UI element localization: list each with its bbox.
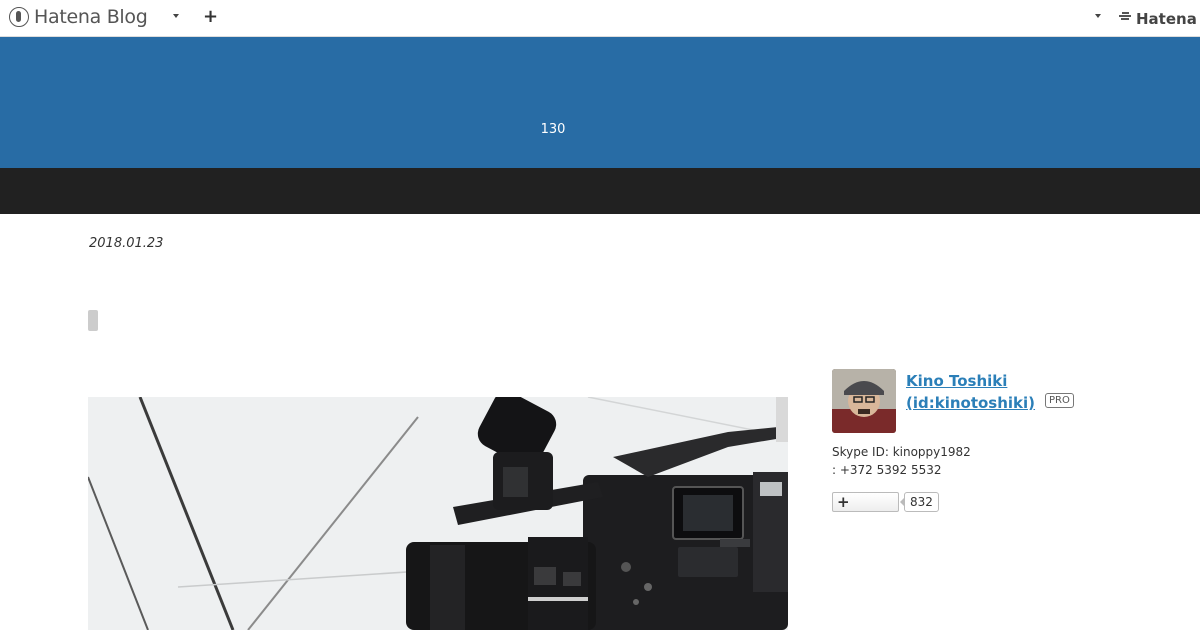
subscribe-button[interactable]: +	[832, 492, 899, 512]
article-date[interactable]: 2018.01.23	[89, 236, 163, 251]
global-nav	[0, 168, 1200, 214]
subscriber-count: 832	[900, 492, 939, 512]
global-header: Hatena Blog + Hatena	[0, 0, 1200, 37]
hatena-logo-icon[interactable]	[1119, 12, 1135, 22]
pro-badge: PRO	[1045, 393, 1074, 408]
category-tag[interactable]	[88, 310, 98, 331]
blog-header: 130	[0, 37, 1200, 168]
caret-down-icon[interactable]	[173, 14, 179, 18]
brand-name: Hatena Blog	[34, 6, 148, 28]
plus-icon: +	[837, 493, 850, 511]
skype-id-text: Skype ID: kinoppy1982	[832, 445, 971, 459]
caret-down-icon[interactable]	[1095, 14, 1101, 18]
author-display-name: Kino Toshiki	[906, 372, 1008, 390]
blog-description: 130	[540, 122, 566, 137]
hatena-blog-logo-icon	[9, 7, 29, 27]
phone-text: : +372 5392 5532	[832, 463, 942, 477]
author-avatar[interactable]	[832, 369, 896, 433]
hatena-link[interactable]: Hatena	[1136, 10, 1197, 28]
article-image	[88, 397, 788, 630]
hatena-blog-brand-link[interactable]: Hatena Blog	[9, 6, 148, 28]
plus-icon[interactable]: +	[203, 7, 218, 27]
